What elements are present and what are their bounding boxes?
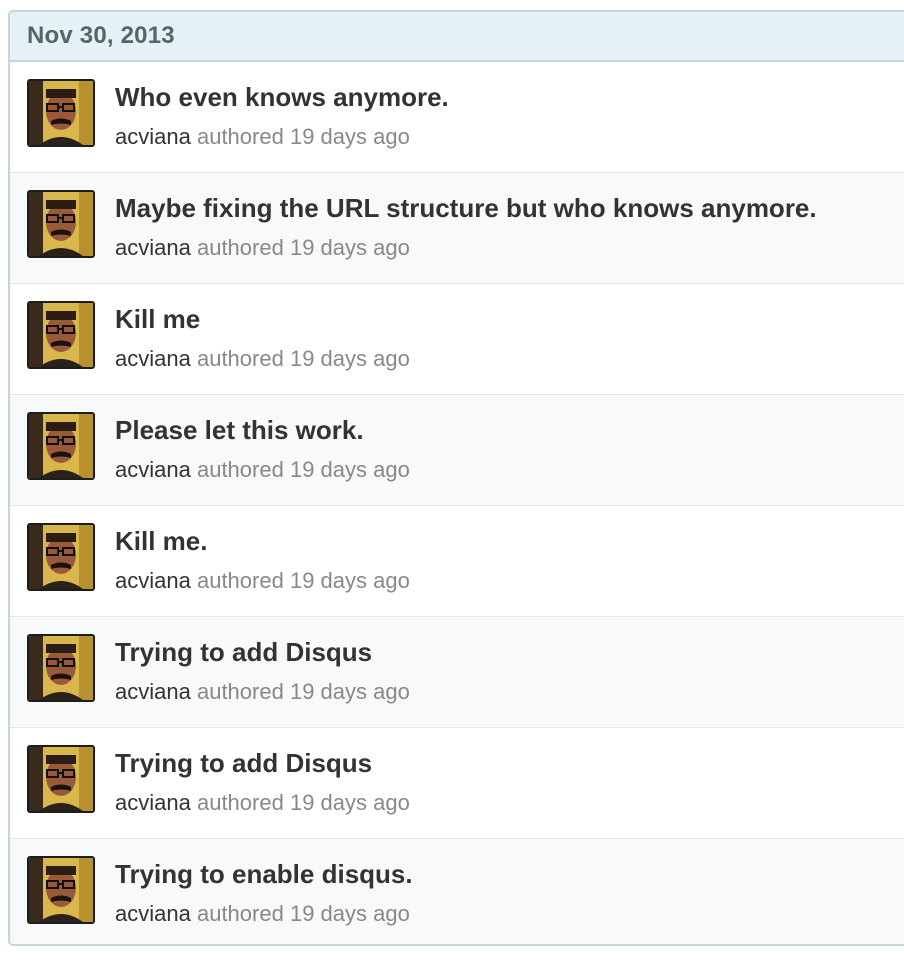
commit-row: Kill me. acviana authored 19 days ago: [10, 506, 904, 617]
commit-verb: authored: [196, 346, 284, 371]
commit-message-link[interactable]: Please let this work.: [115, 415, 364, 446]
commit-meta: acviana authored 19 days ago: [115, 124, 410, 150]
commit-timestamp: 19 days ago: [289, 790, 410, 815]
commit-message-link[interactable]: Kill me.: [115, 526, 207, 557]
commit-author-link[interactable]: acviana: [115, 124, 191, 149]
commit-row: Maybe fixing the URL structure but who k…: [10, 173, 904, 284]
commit-meta: acviana authored 19 days ago: [115, 457, 410, 483]
avatar-photo-icon: [29, 414, 93, 478]
commit-verb: authored: [196, 457, 284, 482]
commit-timestamp: 19 days ago: [289, 901, 410, 926]
commit-message-link[interactable]: Maybe fixing the URL structure but who k…: [115, 193, 817, 224]
commit-row: Trying to add Disqus acviana authored 19…: [10, 617, 904, 728]
author-avatar[interactable]: [27, 523, 95, 591]
commit-timestamp: 19 days ago: [289, 568, 410, 593]
author-avatar[interactable]: [27, 190, 95, 258]
author-avatar[interactable]: [27, 745, 95, 813]
commit-timestamp: 19 days ago: [289, 235, 410, 260]
commit-verb: authored: [196, 568, 284, 593]
commit-row: Please let this work. acviana authored 1…: [10, 395, 904, 506]
commit-row: Trying to add Disqus acviana authored 19…: [10, 728, 904, 839]
avatar-photo-icon: [29, 858, 93, 922]
commit-verb: authored: [196, 124, 284, 149]
commit-author-link[interactable]: acviana: [115, 235, 191, 260]
commit-timestamp: 19 days ago: [289, 346, 410, 371]
commit-timestamp: 19 days ago: [289, 457, 410, 482]
commit-row: Trying to enable disqus. acviana authore…: [10, 839, 904, 944]
commit-message-link[interactable]: Who even knows anymore.: [115, 82, 449, 113]
commit-message-link[interactable]: Trying to add Disqus: [115, 748, 372, 779]
commit-group-header: Nov 30, 2013: [10, 12, 904, 62]
commit-verb: authored: [196, 790, 284, 815]
avatar-photo-icon: [29, 303, 93, 367]
commit-author-link[interactable]: acviana: [115, 679, 191, 704]
commit-verb: authored: [196, 235, 284, 260]
commit-message-link[interactable]: Trying to add Disqus: [115, 637, 372, 668]
commit-verb: authored: [196, 901, 284, 926]
commit-meta: acviana authored 19 days ago: [115, 790, 410, 816]
commit-meta: acviana authored 19 days ago: [115, 901, 410, 927]
avatar-photo-icon: [29, 192, 93, 256]
commit-timestamp: 19 days ago: [289, 679, 410, 704]
commit-message-link[interactable]: Kill me: [115, 304, 200, 335]
commit-meta: acviana authored 19 days ago: [115, 568, 410, 594]
commit-meta: acviana authored 19 days ago: [115, 235, 410, 261]
commit-row: Kill me acviana authored 19 days ago: [10, 284, 904, 395]
commit-author-link[interactable]: acviana: [115, 457, 191, 482]
commit-list: Who even knows anymore. acviana authored…: [10, 62, 904, 944]
commit-date-heading: Nov 30, 2013: [27, 22, 175, 49]
commit-meta: acviana authored 19 days ago: [115, 346, 410, 372]
commit-author-link[interactable]: acviana: [115, 568, 191, 593]
author-avatar[interactable]: [27, 412, 95, 480]
commit-author-link[interactable]: acviana: [115, 901, 191, 926]
avatar-photo-icon: [29, 525, 93, 589]
commit-group-panel: Nov 30, 2013 Who even knows anymore. acv…: [8, 10, 904, 946]
commit-message-link[interactable]: Trying to enable disqus.: [115, 859, 413, 890]
commit-timestamp: 19 days ago: [289, 124, 410, 149]
avatar-photo-icon: [29, 636, 93, 700]
avatar-photo-icon: [29, 747, 93, 811]
author-avatar[interactable]: [27, 634, 95, 702]
commit-author-link[interactable]: acviana: [115, 346, 191, 371]
avatar-photo-icon: [29, 81, 93, 145]
commit-meta: acviana authored 19 days ago: [115, 679, 410, 705]
author-avatar[interactable]: [27, 856, 95, 924]
commit-author-link[interactable]: acviana: [115, 790, 191, 815]
commit-row: Who even knows anymore. acviana authored…: [10, 62, 904, 173]
author-avatar[interactable]: [27, 79, 95, 147]
author-avatar[interactable]: [27, 301, 95, 369]
commit-verb: authored: [196, 679, 284, 704]
